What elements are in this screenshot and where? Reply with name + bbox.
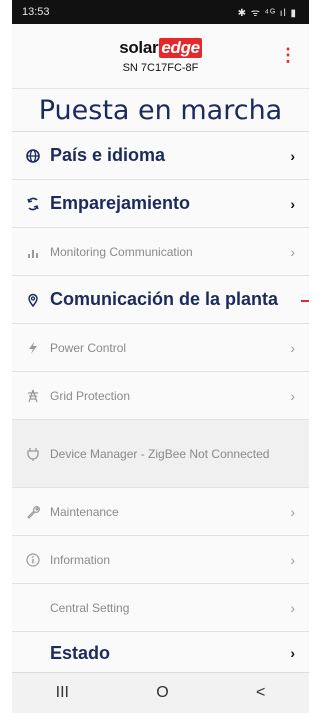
menu-item-estado[interactable]: Estado › bbox=[12, 632, 309, 674]
menu-item-label: Device Manager - ZigBee Not Connected bbox=[50, 446, 270, 461]
menu-item-label: Comunicación de la planta bbox=[50, 289, 279, 309]
menu-item-monitoring-communication[interactable]: Monitoring Communication › bbox=[12, 228, 309, 276]
menu-item-label: Estado bbox=[50, 642, 111, 663]
globe-icon bbox=[26, 148, 46, 163]
menu-item-power-control[interactable]: Power Control › bbox=[12, 324, 309, 372]
menu-item-label: País e idioma bbox=[50, 145, 166, 165]
chevron-right-icon: › bbox=[290, 645, 295, 661]
menu-item-device-manager[interactable]: Device Manager - ZigBee Not Connected bbox=[12, 420, 309, 488]
menu-item-label: Power Control bbox=[50, 340, 127, 355]
sync-icon bbox=[26, 197, 46, 211]
lightning-icon bbox=[26, 341, 46, 355]
menu-item-comunicacion-planta[interactable]: Comunicación de la planta bbox=[12, 276, 309, 324]
wrench-icon bbox=[26, 505, 46, 519]
app-header: solar edge SN 7C17FC-8F ⋮ bbox=[12, 24, 309, 89]
status-time: 13:53 bbox=[22, 6, 50, 18]
logo-solar: solar bbox=[119, 38, 159, 57]
chevron-right-icon: › bbox=[290, 147, 295, 164]
commissioning-menu: País e idioma › Emparejamiento › Monitor… bbox=[12, 132, 309, 674]
power-tower-icon bbox=[26, 389, 46, 403]
menu-item-label: Central Setting bbox=[50, 600, 130, 615]
signal-bars-icon bbox=[26, 245, 46, 259]
menu-item-label-wrap: Device Manager - ZigBee Not Connected bbox=[26, 445, 295, 463]
status-bar: 13:53 ✱ ᯤ ⁴ᴳ ıl ▮ bbox=[12, 0, 309, 24]
chevron-right-icon: › bbox=[290, 503, 295, 520]
recents-button[interactable]: III bbox=[56, 684, 69, 702]
kebab-icon[interactable]: ⋮ bbox=[279, 46, 297, 64]
chevron-right-icon: › bbox=[290, 195, 295, 212]
status-icons: ✱ ᯤ ⁴ᴳ ıl ▮ bbox=[237, 8, 297, 19]
menu-item-label: Grid Protection bbox=[50, 388, 131, 403]
menu-item-pais-idioma[interactable]: País e idioma › bbox=[12, 132, 309, 180]
back-button[interactable]: < bbox=[256, 684, 265, 702]
chevron-right-icon: › bbox=[290, 599, 295, 616]
menu-item-information[interactable]: Information › bbox=[12, 536, 309, 584]
menu-item-label: Emparejamiento bbox=[50, 193, 191, 213]
menu-item-label: Information bbox=[50, 552, 111, 567]
chevron-right-icon: › bbox=[290, 551, 295, 568]
menu-item-emparejamiento[interactable]: Emparejamiento › bbox=[12, 180, 309, 228]
info-icon bbox=[26, 552, 46, 567]
phone-screen: 13:53 ✱ ᯤ ⁴ᴳ ıl ▮ solar edge SN 7C17FC-8F… bbox=[12, 0, 309, 713]
serial-number: SN 7C17FC-8F bbox=[122, 62, 199, 74]
home-button[interactable]: O bbox=[156, 684, 168, 702]
callout-line bbox=[301, 299, 309, 302]
menu-item-label: Maintenance bbox=[50, 504, 119, 519]
menu-item-label: Monitoring Communication bbox=[50, 244, 193, 259]
menu-item-grid-protection[interactable]: Grid Protection › bbox=[12, 372, 309, 420]
plug-icon bbox=[26, 447, 46, 462]
menu-item-central-setting[interactable]: Central Setting › bbox=[12, 584, 309, 632]
logo-edge: edge bbox=[159, 38, 202, 58]
location-pin-icon bbox=[26, 293, 46, 307]
chevron-right-icon: › bbox=[290, 243, 295, 260]
chevron-right-icon: › bbox=[290, 339, 295, 356]
android-nav-bar: III O < bbox=[12, 672, 309, 713]
chevron-right-icon: › bbox=[290, 387, 295, 404]
menu-item-maintenance[interactable]: Maintenance › bbox=[12, 488, 309, 536]
solaredge-logo: solar edge bbox=[119, 38, 202, 58]
page-title: Puesta en marcha bbox=[12, 89, 309, 132]
